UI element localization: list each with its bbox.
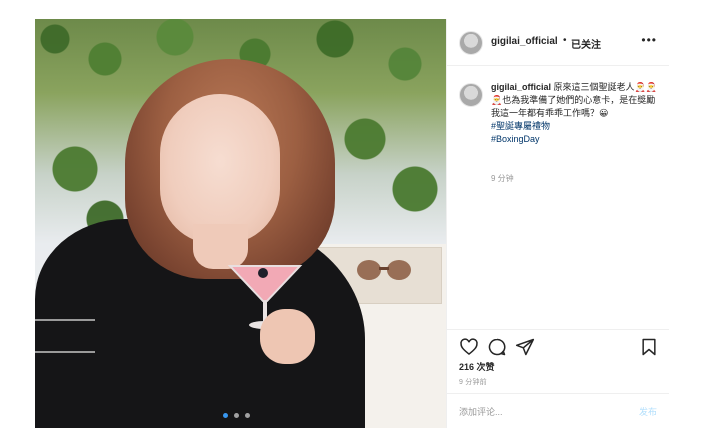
carousel-dot-active[interactable] bbox=[223, 413, 228, 418]
hashtag[interactable]: #聖誕專屬禮物 bbox=[491, 120, 661, 133]
sunglasses bbox=[357, 260, 411, 280]
caption-text: gigilai_official 原來這三個聖誕老人🎅🎅🎅也為我準備了她們的心意… bbox=[491, 81, 661, 146]
post-time: 9 分钟前 bbox=[459, 379, 487, 386]
carousel-dot[interactable] bbox=[245, 413, 250, 418]
profile-avatar[interactable] bbox=[459, 31, 483, 55]
follow-status-button[interactable]: 已关注 bbox=[571, 36, 601, 51]
more-icon[interactable]: ••• bbox=[641, 33, 657, 47]
bookmark-icon[interactable] bbox=[639, 337, 659, 357]
caption-avatar[interactable] bbox=[459, 83, 483, 107]
post-sidebar: gigilai_official • 已关注 ••• gigilai_offic… bbox=[446, 19, 669, 428]
heart-icon[interactable] bbox=[459, 337, 479, 357]
header-username[interactable]: gigilai_official bbox=[491, 36, 558, 47]
header-divider bbox=[447, 65, 669, 66]
carousel-indicator bbox=[223, 413, 250, 418]
hand bbox=[260, 309, 315, 364]
carousel-dot[interactable] bbox=[234, 413, 239, 418]
post-comment-button[interactable]: 发布 bbox=[639, 405, 657, 418]
comment-divider bbox=[447, 393, 669, 394]
caption-username[interactable]: gigilai_official bbox=[491, 82, 551, 92]
comment-input[interactable]: 添加评论... bbox=[459, 405, 503, 418]
chair bbox=[35, 319, 95, 353]
post-photo[interactable] bbox=[35, 19, 446, 428]
separator: • bbox=[563, 35, 567, 46]
hashtag[interactable]: #BoxingDay bbox=[491, 133, 661, 146]
actions-divider bbox=[447, 329, 669, 330]
post-header: gigilai_official • 已关注 ••• bbox=[447, 19, 669, 65]
action-bar bbox=[459, 337, 659, 359]
likes-count[interactable]: 216 次赞 bbox=[459, 360, 495, 373]
face bbox=[160, 94, 280, 244]
instagram-post: gigilai_official • 已关注 ••• gigilai_offic… bbox=[35, 19, 669, 428]
comment-icon[interactable] bbox=[487, 337, 507, 357]
caption-time: 9 分钟 bbox=[491, 174, 514, 183]
send-icon[interactable] bbox=[515, 337, 535, 357]
